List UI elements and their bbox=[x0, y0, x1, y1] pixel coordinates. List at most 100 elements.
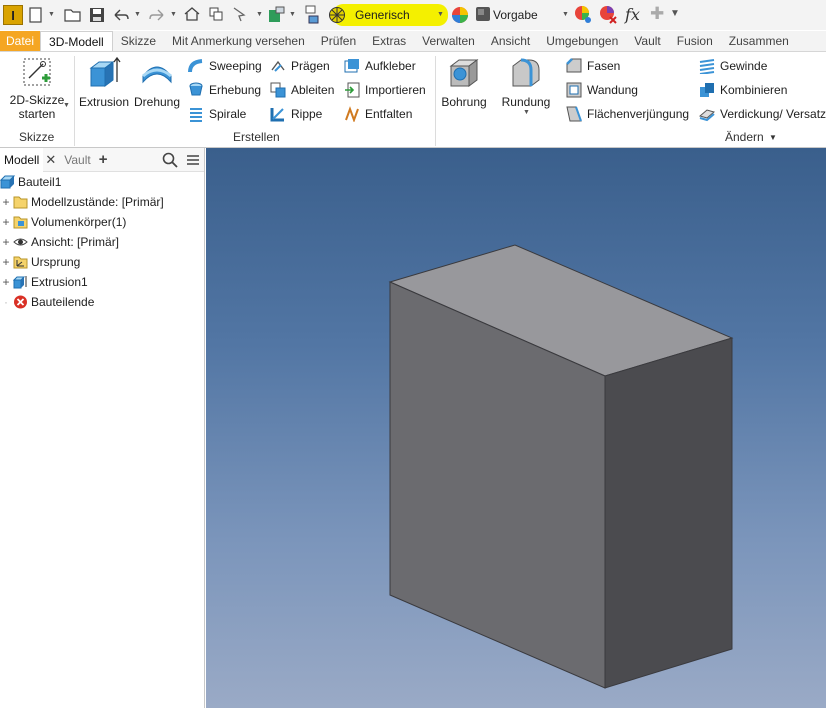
tab-vault[interactable]: Vault bbox=[626, 31, 668, 51]
tab-fusion[interactable]: Fusion bbox=[669, 31, 721, 51]
importieren-button[interactable]: Importieren bbox=[344, 80, 426, 100]
tab-umgebungen[interactable]: Umgebungen bbox=[538, 31, 626, 51]
tab-ansicht[interactable]: Ansicht bbox=[483, 31, 538, 51]
chevron-down-icon[interactable]: ▼ bbox=[170, 11, 177, 18]
chevron-down-icon[interactable]: ▼ bbox=[256, 11, 263, 18]
entfalten-button[interactable]: Entfalten bbox=[344, 104, 412, 124]
flaechenverjuengung-button[interactable]: Flächenverjüngung bbox=[566, 104, 689, 124]
add-tab-icon[interactable]: + bbox=[99, 151, 108, 168]
coil-icon bbox=[190, 108, 202, 122]
spirale-label: Spirale bbox=[209, 107, 247, 121]
clear-appearance-icon[interactable] bbox=[599, 5, 617, 25]
folder-icon bbox=[13, 196, 28, 209]
redo-icon[interactable] bbox=[148, 7, 166, 23]
spirale-button[interactable]: Spirale bbox=[188, 104, 246, 124]
panel-title-aendern[interactable]: Ändern bbox=[725, 130, 764, 144]
tab-skizze[interactable]: Skizze bbox=[113, 31, 164, 51]
tree-item-bauteilende[interactable]: · Bauteilende bbox=[0, 292, 94, 312]
start-sketch-label-line1: 2D-Skizze bbox=[9, 93, 65, 107]
expand-icon[interactable]: + bbox=[1, 195, 11, 209]
plus-icon[interactable]: ✚ bbox=[650, 4, 664, 24]
box-right-face[interactable] bbox=[604, 337, 733, 689]
appearance-chevron-down-icon[interactable]: ▼ bbox=[437, 11, 444, 18]
adjust-appearance-icon[interactable] bbox=[574, 5, 592, 25]
drehung-button[interactable]: Drehung bbox=[132, 56, 182, 109]
undo-icon[interactable] bbox=[112, 7, 130, 23]
model-canvas[interactable] bbox=[206, 148, 826, 708]
appearance-dropdown-value[interactable]: Generisch bbox=[355, 8, 410, 22]
rundung-button[interactable]: Rundung bbox=[498, 56, 554, 109]
tab-datei[interactable]: Datei bbox=[0, 31, 41, 51]
browser-tab-modell[interactable]: Modell bbox=[0, 147, 44, 172]
bohrung-button[interactable]: Bohrung bbox=[438, 56, 490, 109]
tab-extras[interactable]: Extras bbox=[364, 31, 414, 51]
material-sphere-icon[interactable] bbox=[476, 7, 490, 21]
chevron-down-icon[interactable]: ▼ bbox=[523, 109, 530, 116]
ableiten-button[interactable]: Ableiten bbox=[270, 80, 334, 100]
wandung-button[interactable]: Wandung bbox=[566, 80, 638, 100]
praegen-button[interactable]: Prägen bbox=[270, 56, 330, 76]
material-dropdown-value[interactable]: Vorgabe bbox=[493, 8, 538, 22]
close-icon[interactable]: ✕ bbox=[45, 152, 56, 168]
tree-item-extrusion1[interactable]: + Extrusion1 bbox=[0, 272, 87, 292]
chevron-down-icon[interactable]: ▼ bbox=[134, 11, 141, 18]
aufkleber-button[interactable]: Aufkleber bbox=[344, 56, 416, 76]
app-logo[interactable]: I bbox=[3, 5, 23, 25]
select-icon[interactable] bbox=[232, 6, 250, 22]
hole-icon bbox=[449, 59, 479, 87]
rippe-button[interactable]: Rippe bbox=[270, 104, 322, 124]
emboss-icon bbox=[271, 60, 285, 72]
design-doctor-icon[interactable] bbox=[303, 5, 321, 25]
expand-icon[interactable]: + bbox=[1, 275, 11, 289]
ableiten-label: Ableiten bbox=[291, 83, 335, 97]
start-2d-sketch-button[interactable]: 2D-Skizze starten bbox=[6, 56, 68, 121]
expand-icon[interactable]: + bbox=[1, 235, 11, 249]
verdickung-label: Verdickung/ Versatz bbox=[720, 107, 826, 121]
tab-verwalten[interactable]: Verwalten bbox=[414, 31, 483, 51]
tree-label: Bauteil1 bbox=[18, 175, 62, 189]
tab-pruefen[interactable]: Prüfen bbox=[313, 31, 364, 51]
open-folder-icon[interactable] bbox=[64, 7, 82, 23]
expand-icon[interactable]: + bbox=[1, 215, 11, 229]
material-chevron-down-icon[interactable]: ▼ bbox=[562, 11, 569, 18]
menu-icon[interactable] bbox=[186, 153, 200, 167]
kombinieren-button[interactable]: Kombinieren bbox=[699, 80, 787, 100]
expand-icon[interactable]: + bbox=[1, 255, 11, 269]
graphics-viewport[interactable] bbox=[206, 148, 826, 708]
fasen-button[interactable]: Fasen bbox=[566, 56, 620, 76]
browser-tab-vault[interactable]: Vault bbox=[60, 148, 94, 172]
chevron-down-icon[interactable]: ▼ bbox=[63, 102, 70, 109]
tree-item-volumenkoerper[interactable]: + Volumenkörper(1) bbox=[0, 212, 126, 232]
project-icon[interactable] bbox=[208, 6, 224, 22]
verdickung-button[interactable]: Verdickung/ Versatz bbox=[699, 104, 826, 124]
gewinde-button[interactable]: Gewinde bbox=[699, 56, 767, 76]
tab-zusammen[interactable]: Zusammen bbox=[721, 31, 797, 51]
tab-anmerkung[interactable]: Mit Anmerkung versehen bbox=[164, 31, 313, 51]
save-icon[interactable] bbox=[89, 7, 105, 23]
bohrung-label: Bohrung bbox=[441, 95, 487, 109]
erhebung-button[interactable]: Erhebung bbox=[188, 80, 261, 100]
search-icon[interactable] bbox=[162, 152, 178, 168]
chevron-down-icon[interactable]: ▼ bbox=[289, 11, 296, 18]
view-eye-icon bbox=[13, 238, 28, 246]
color-wheel-icon[interactable] bbox=[451, 6, 469, 24]
flaechenverjuengung-label: Flächenverjüngung bbox=[587, 107, 690, 121]
part-color-icon[interactable] bbox=[268, 6, 286, 24]
sweeping-button[interactable]: Sweeping bbox=[188, 56, 262, 76]
aendern-chevron-down-icon[interactable]: ▼ bbox=[769, 133, 777, 142]
home-icon[interactable] bbox=[184, 6, 200, 22]
new-file-icon[interactable] bbox=[28, 7, 44, 23]
panel-separator bbox=[74, 56, 75, 146]
chevron-down-icon[interactable]: ▼ bbox=[48, 11, 55, 18]
tree-item-ansicht[interactable]: + Ansicht: [Primär] bbox=[0, 232, 119, 252]
end-of-part-icon bbox=[14, 295, 27, 309]
tab-3d-modell[interactable]: 3D-Modell bbox=[40, 31, 113, 51]
parameters-fx-button[interactable]: fx bbox=[625, 5, 640, 24]
customize-menu-icon[interactable]: ▼ bbox=[670, 8, 680, 19]
appearance-checker-icon[interactable] bbox=[328, 6, 346, 24]
tree-item-modellzustaende[interactable]: + Modellzustände: [Primär] bbox=[0, 192, 163, 212]
tree-item-bauteil1[interactable]: Bauteil1 bbox=[0, 172, 61, 192]
tree-item-ursprung[interactable]: + Ursprung bbox=[0, 252, 80, 272]
panel-title-erstellen: Erstellen bbox=[233, 130, 280, 144]
extrusion-button[interactable]: Extrusion bbox=[79, 56, 129, 109]
